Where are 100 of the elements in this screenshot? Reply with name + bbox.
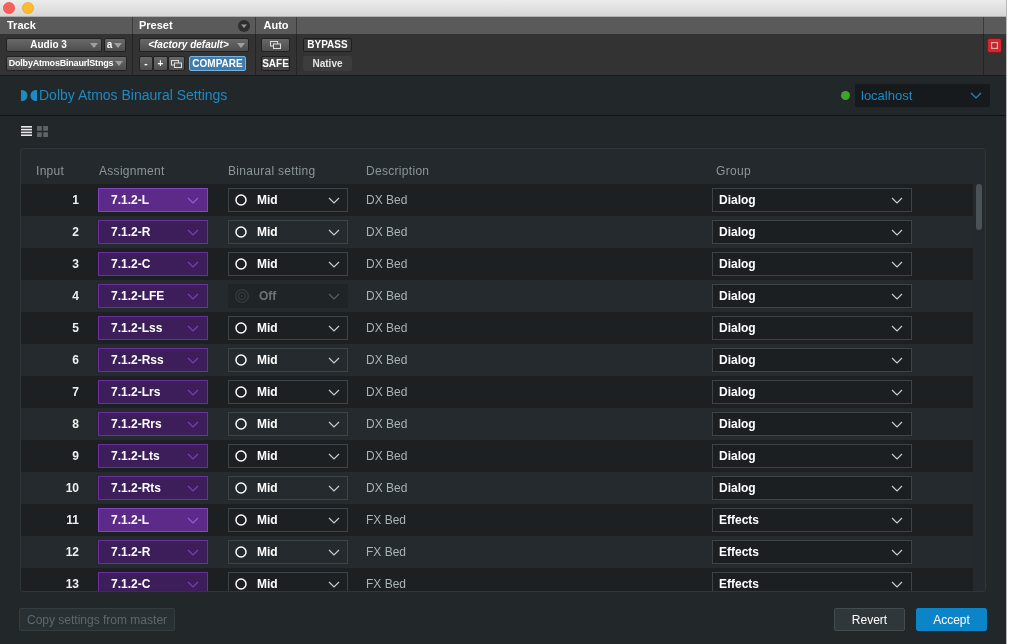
preset-increment-button[interactable]: +	[153, 56, 168, 71]
ring-icon	[235, 546, 247, 558]
compare-button[interactable]: COMPARE	[189, 56, 246, 71]
chevron-down-icon	[187, 388, 199, 396]
group-dropdown[interactable]: Effects	[712, 572, 912, 591]
insert-dropdown[interactable]: DolbyAtmosBinaurlStngs	[6, 56, 127, 71]
chevron-down-icon	[187, 516, 199, 524]
assignment-dropdown[interactable]: 7.1.2-Rrs	[98, 412, 208, 436]
triangle-icon	[237, 42, 245, 48]
description-text: DX Bed	[366, 448, 409, 465]
description-text: DX Bed	[366, 352, 409, 369]
bypass-button[interactable]: BYPASS	[303, 38, 352, 52]
assignment-dropdown[interactable]: 7.1.2-LFE	[98, 284, 208, 308]
ring-icon	[235, 386, 247, 398]
chevron-down-icon	[328, 516, 340, 524]
chevron-down-icon	[328, 420, 340, 428]
group-dropdown[interactable]: Dialog	[712, 444, 912, 468]
input-number: 2	[71, 224, 79, 241]
list-view-icon[interactable]	[21, 126, 32, 136]
description-text: FX Bed	[366, 512, 408, 529]
scrollbar-thumb[interactable]	[976, 184, 982, 230]
description-text: DX Bed	[366, 288, 409, 305]
binaural-dropdown[interactable]: Mid	[228, 220, 348, 244]
native-button[interactable]: Native	[303, 56, 352, 71]
chevron-down-icon	[328, 228, 340, 236]
track-dropdown[interactable]: Audio 3	[6, 38, 103, 52]
input-number: 3	[71, 256, 79, 273]
assignment-dropdown[interactable]: 7.1.2-Lss	[98, 316, 208, 340]
ring-icon	[235, 226, 247, 238]
chevron-down-icon	[187, 420, 199, 428]
group-dropdown[interactable]: Dialog	[712, 476, 912, 500]
assignment-dropdown[interactable]: 7.1.2-C	[98, 252, 208, 276]
triangle-icon	[114, 42, 122, 48]
group-dropdown[interactable]: Dialog	[712, 252, 912, 276]
binaural-dropdown[interactable]: Mid	[228, 572, 348, 591]
group-dropdown[interactable]: Effects	[712, 540, 912, 564]
assignment-dropdown[interactable]: 7.1.2-R	[98, 220, 208, 244]
assignment-dropdown[interactable]: 7.1.2-L	[98, 508, 208, 532]
chevron-down-icon	[328, 356, 340, 364]
group-dropdown[interactable]: Dialog	[712, 348, 912, 372]
automation-window-button[interactable]	[261, 38, 290, 52]
binaural-dropdown[interactable]: Mid	[228, 380, 348, 404]
chevron-down-icon	[891, 548, 903, 556]
close-icon[interactable]	[3, 2, 15, 14]
chevron-down-icon	[891, 228, 903, 236]
binaural-dropdown[interactable]: Mid	[228, 540, 348, 564]
chevron-down-icon	[891, 324, 903, 332]
nested-squares-icon[interactable]	[987, 38, 1002, 53]
assignment-dropdown[interactable]: 7.1.2-C	[98, 572, 208, 591]
binaural-dropdown[interactable]: Mid	[228, 316, 348, 340]
preset-dropdown[interactable]: <factory default>	[139, 38, 249, 52]
chevron-down-icon	[187, 356, 199, 364]
binaural-dropdown[interactable]: Mid	[228, 252, 348, 276]
accept-button[interactable]: Accept	[916, 608, 987, 631]
input-number: 5	[71, 320, 79, 337]
assignment-dropdown[interactable]: 7.1.2-R	[98, 540, 208, 564]
group-dropdown[interactable]: Dialog	[712, 284, 912, 308]
assignment-dropdown[interactable]: 7.1.2-L	[98, 188, 208, 212]
ring-icon	[235, 418, 247, 430]
input-number: 7	[71, 384, 79, 401]
grid-view-icon[interactable]	[37, 126, 48, 137]
copy-paste-button[interactable]	[168, 56, 185, 71]
revert-button[interactable]: Revert	[834, 608, 905, 631]
chevron-down-icon	[187, 548, 199, 556]
chevron-down-icon	[187, 484, 199, 492]
description-text: FX Bed	[366, 576, 408, 591]
assignment-dropdown[interactable]: 7.1.2-Lrs	[98, 380, 208, 404]
group-dropdown[interactable]: Dialog	[712, 412, 912, 436]
input-number: 13	[64, 576, 79, 591]
group-dropdown[interactable]: Effects	[712, 508, 912, 532]
description-text: DX Bed	[366, 384, 409, 401]
triangle-icon	[90, 42, 99, 48]
chevron-down-icon	[187, 260, 199, 268]
binaural-dropdown[interactable]: Mid	[228, 348, 348, 372]
column-header: Group	[715, 163, 751, 180]
chevron-down-icon	[891, 356, 903, 364]
assignment-dropdown[interactable]: 7.1.2-Rss	[98, 348, 208, 372]
assignment-dropdown[interactable]: 7.1.2-Lts	[98, 444, 208, 468]
chevron-down-icon	[328, 388, 340, 396]
chevron-down-icon	[328, 324, 340, 332]
assignment-dropdown[interactable]: 7.1.2-Rts	[98, 476, 208, 500]
group-dropdown[interactable]: Dialog	[712, 316, 912, 340]
channel-dropdown[interactable]: a	[104, 38, 126, 52]
description-text: FX Bed	[366, 544, 408, 561]
group-dropdown[interactable]: Dialog	[712, 220, 912, 244]
chevron-down-icon	[891, 580, 903, 588]
binaural-dropdown[interactable]: Mid	[228, 412, 348, 436]
binaural-dropdown[interactable]: Mid	[228, 188, 348, 212]
group-dropdown[interactable]: Dialog	[712, 188, 912, 212]
chevron-down-icon	[970, 92, 982, 99]
binaural-dropdown[interactable]: Mid	[228, 444, 348, 468]
binaural-dropdown[interactable]: Mid	[228, 476, 348, 500]
ring-icon	[235, 258, 247, 270]
chevron-down-icon	[891, 452, 903, 460]
safe-button[interactable]: SAFE	[261, 56, 290, 71]
host-dropdown[interactable]: localhost	[855, 84, 990, 107]
preset-decrement-button[interactable]: -	[139, 56, 153, 71]
binaural-dropdown[interactable]: Mid	[228, 508, 348, 532]
group-dropdown[interactable]: Dialog	[712, 380, 912, 404]
input-number: 11	[65, 512, 79, 529]
